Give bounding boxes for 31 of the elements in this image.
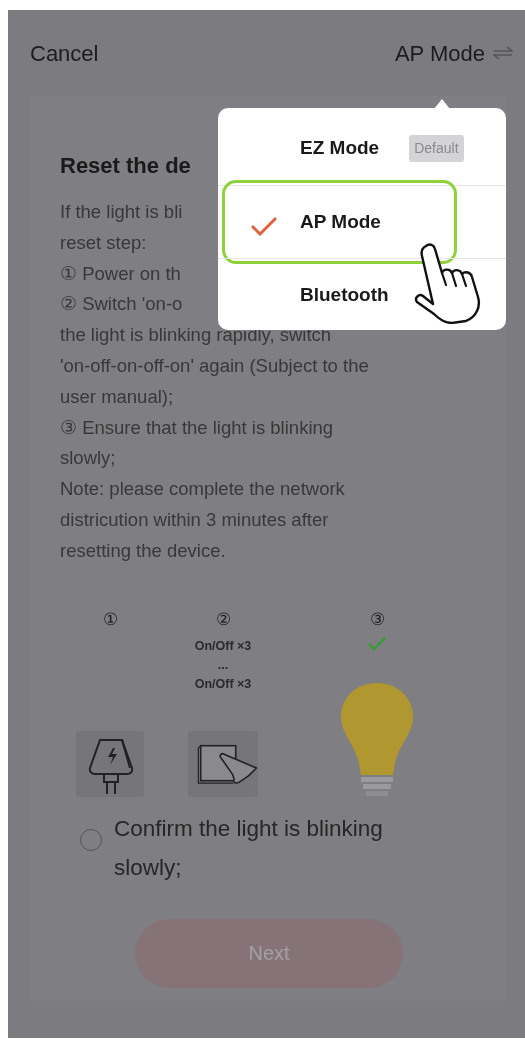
instruction-line: Note: please complete the network bbox=[60, 477, 345, 502]
mode-button[interactable]: AP Mode bbox=[394, 36, 485, 70]
instruction-line: ③ Ensure that the light is blinking bbox=[60, 415, 334, 440]
default-badge: Default bbox=[409, 135, 464, 162]
step-caption: On/Off ×3 bbox=[194, 637, 252, 655]
instruction-line: slowly; bbox=[60, 446, 116, 471]
cancel-button[interactable]: Cancel bbox=[30, 36, 99, 70]
instruction-line: the light is blinking rapidly, switch bbox=[60, 323, 332, 348]
confirm-label: Confirm the light is blinking slowly; bbox=[114, 814, 384, 882]
instruction-line: districution within 3 minutes after bbox=[60, 507, 329, 532]
instruction-line: If the light is bli bbox=[60, 200, 183, 224]
instruction-line: 'on-off-on-off-on' again (Subject to the bbox=[60, 354, 369, 378]
swap-icon[interactable] bbox=[493, 46, 513, 60]
instruction-line: reset step: bbox=[60, 230, 147, 255]
step-number: ① bbox=[102, 608, 118, 631]
step-number: ② bbox=[215, 608, 231, 631]
instruction-line: ① Power on th bbox=[60, 261, 181, 286]
mode-option[interactable]: EZ Mode bbox=[300, 134, 380, 163]
instruction-title: Reset the de bbox=[60, 152, 191, 180]
switch-press-icon bbox=[188, 730, 258, 797]
step-caption: ... bbox=[217, 656, 229, 674]
light-bulb-icon bbox=[339, 680, 415, 797]
check-icon bbox=[368, 636, 386, 651]
instruction-line: ② Switch 'on-o bbox=[60, 292, 183, 317]
step-number: ③ bbox=[369, 608, 385, 631]
instruction-line: resetting the device. bbox=[60, 538, 226, 563]
mode-option[interactable]: Bluetooth bbox=[300, 280, 389, 310]
step-caption: On/Off ×3 bbox=[194, 675, 252, 693]
plug-icon bbox=[76, 730, 144, 797]
mode-option[interactable]: AP Mode bbox=[300, 207, 381, 237]
instruction-line: user manual); bbox=[60, 384, 174, 409]
